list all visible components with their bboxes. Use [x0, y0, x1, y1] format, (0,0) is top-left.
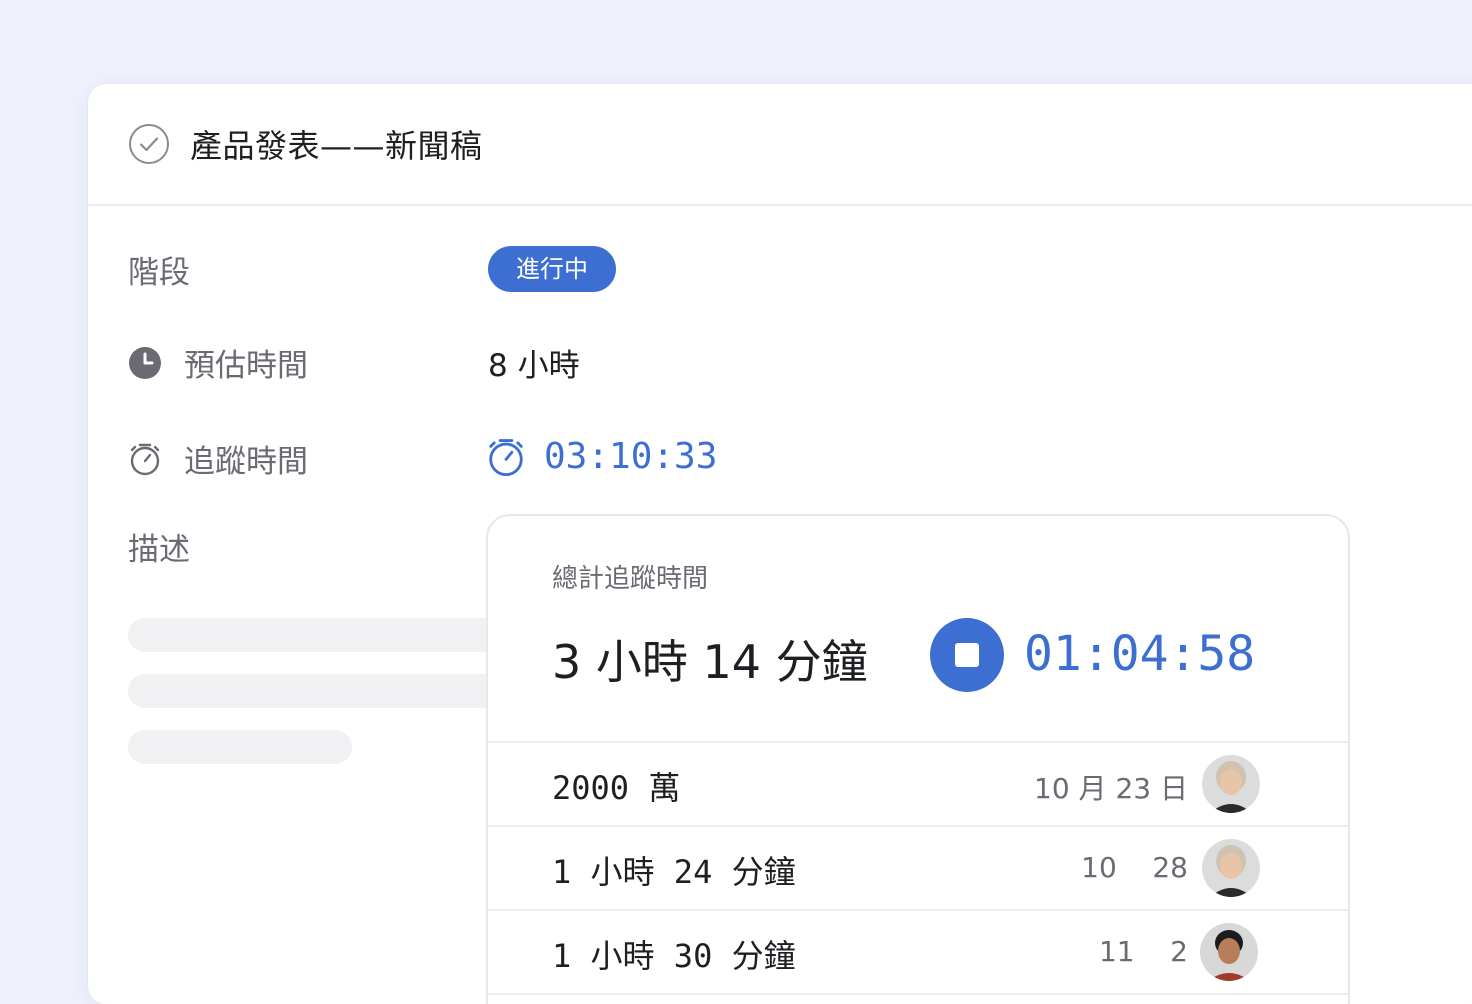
avatar	[1200, 923, 1258, 981]
tracked-time[interactable]: 03:10:33	[486, 436, 717, 477]
entry-date: 11 2	[1098, 935, 1188, 968]
description-placeholder-line	[128, 618, 548, 652]
tracked-row: 追蹤時間	[128, 436, 308, 481]
entry-duration: 1 小時 24 分鐘	[552, 853, 796, 891]
task-header: 產品發表——新聞稿	[88, 84, 1472, 206]
entry-duration: 2000 萬	[552, 769, 681, 807]
stage-badge[interactable]: 進行中	[488, 246, 616, 292]
time-entry-row[interactable]: 2000 萬 10 月 23 日	[488, 743, 1348, 827]
estimate-label: 預估時間	[184, 348, 308, 384]
time-tracking-popup: 總計追蹤時間 3 小時 14 分鐘 01:04:58 2000 萬 10 月 2…	[486, 514, 1350, 1004]
task-title[interactable]: 產品發表——新聞稿	[190, 121, 483, 167]
stop-icon	[955, 643, 979, 667]
stage-label: 階段	[128, 254, 190, 291]
stopwatch-icon	[489, 438, 523, 476]
running-timer: 01:04:58	[1024, 626, 1256, 682]
avatar	[1202, 755, 1260, 813]
description-row: 描述	[128, 524, 190, 569]
tracked-label: 追蹤時間	[184, 444, 308, 480]
task-card: 產品發表——新聞稿 階段 進行中 預估時間 8 小時 追蹤時間 03:10:33	[88, 84, 1472, 1004]
check-circle-icon[interactable]	[128, 123, 170, 165]
description-placeholder-line	[128, 730, 352, 764]
time-entry-row[interactable]: 1 小時 30 分鐘 11 2	[488, 911, 1348, 995]
stop-timer-button[interactable]	[930, 618, 1004, 692]
popup-header: 總計追蹤時間 3 小時 14 分鐘 01:04:58	[488, 516, 1348, 743]
popup-subtitle: 總計追蹤時間	[552, 564, 709, 594]
time-entry-row[interactable]: 1 小時 24 分鐘 10 28	[488, 827, 1348, 911]
estimate-value[interactable]: 8 小時	[488, 340, 580, 385]
total-tracked-time: 3 小時 14 分鐘	[552, 635, 868, 689]
clock-icon	[129, 346, 161, 379]
avatar	[1202, 839, 1260, 897]
estimate-row: 預估時間	[128, 340, 308, 385]
tracked-value: 03:10:33	[544, 436, 718, 477]
entry-date: 10 月 23 日	[1034, 772, 1188, 805]
stopwatch-icon	[130, 443, 160, 475]
stage-row: 階段	[128, 246, 190, 292]
description-label: 描述	[128, 532, 190, 568]
entry-duration: 1 小時 30 分鐘	[552, 937, 796, 975]
entry-date: 10 28	[1081, 851, 1188, 884]
description-placeholder-line	[128, 674, 548, 708]
